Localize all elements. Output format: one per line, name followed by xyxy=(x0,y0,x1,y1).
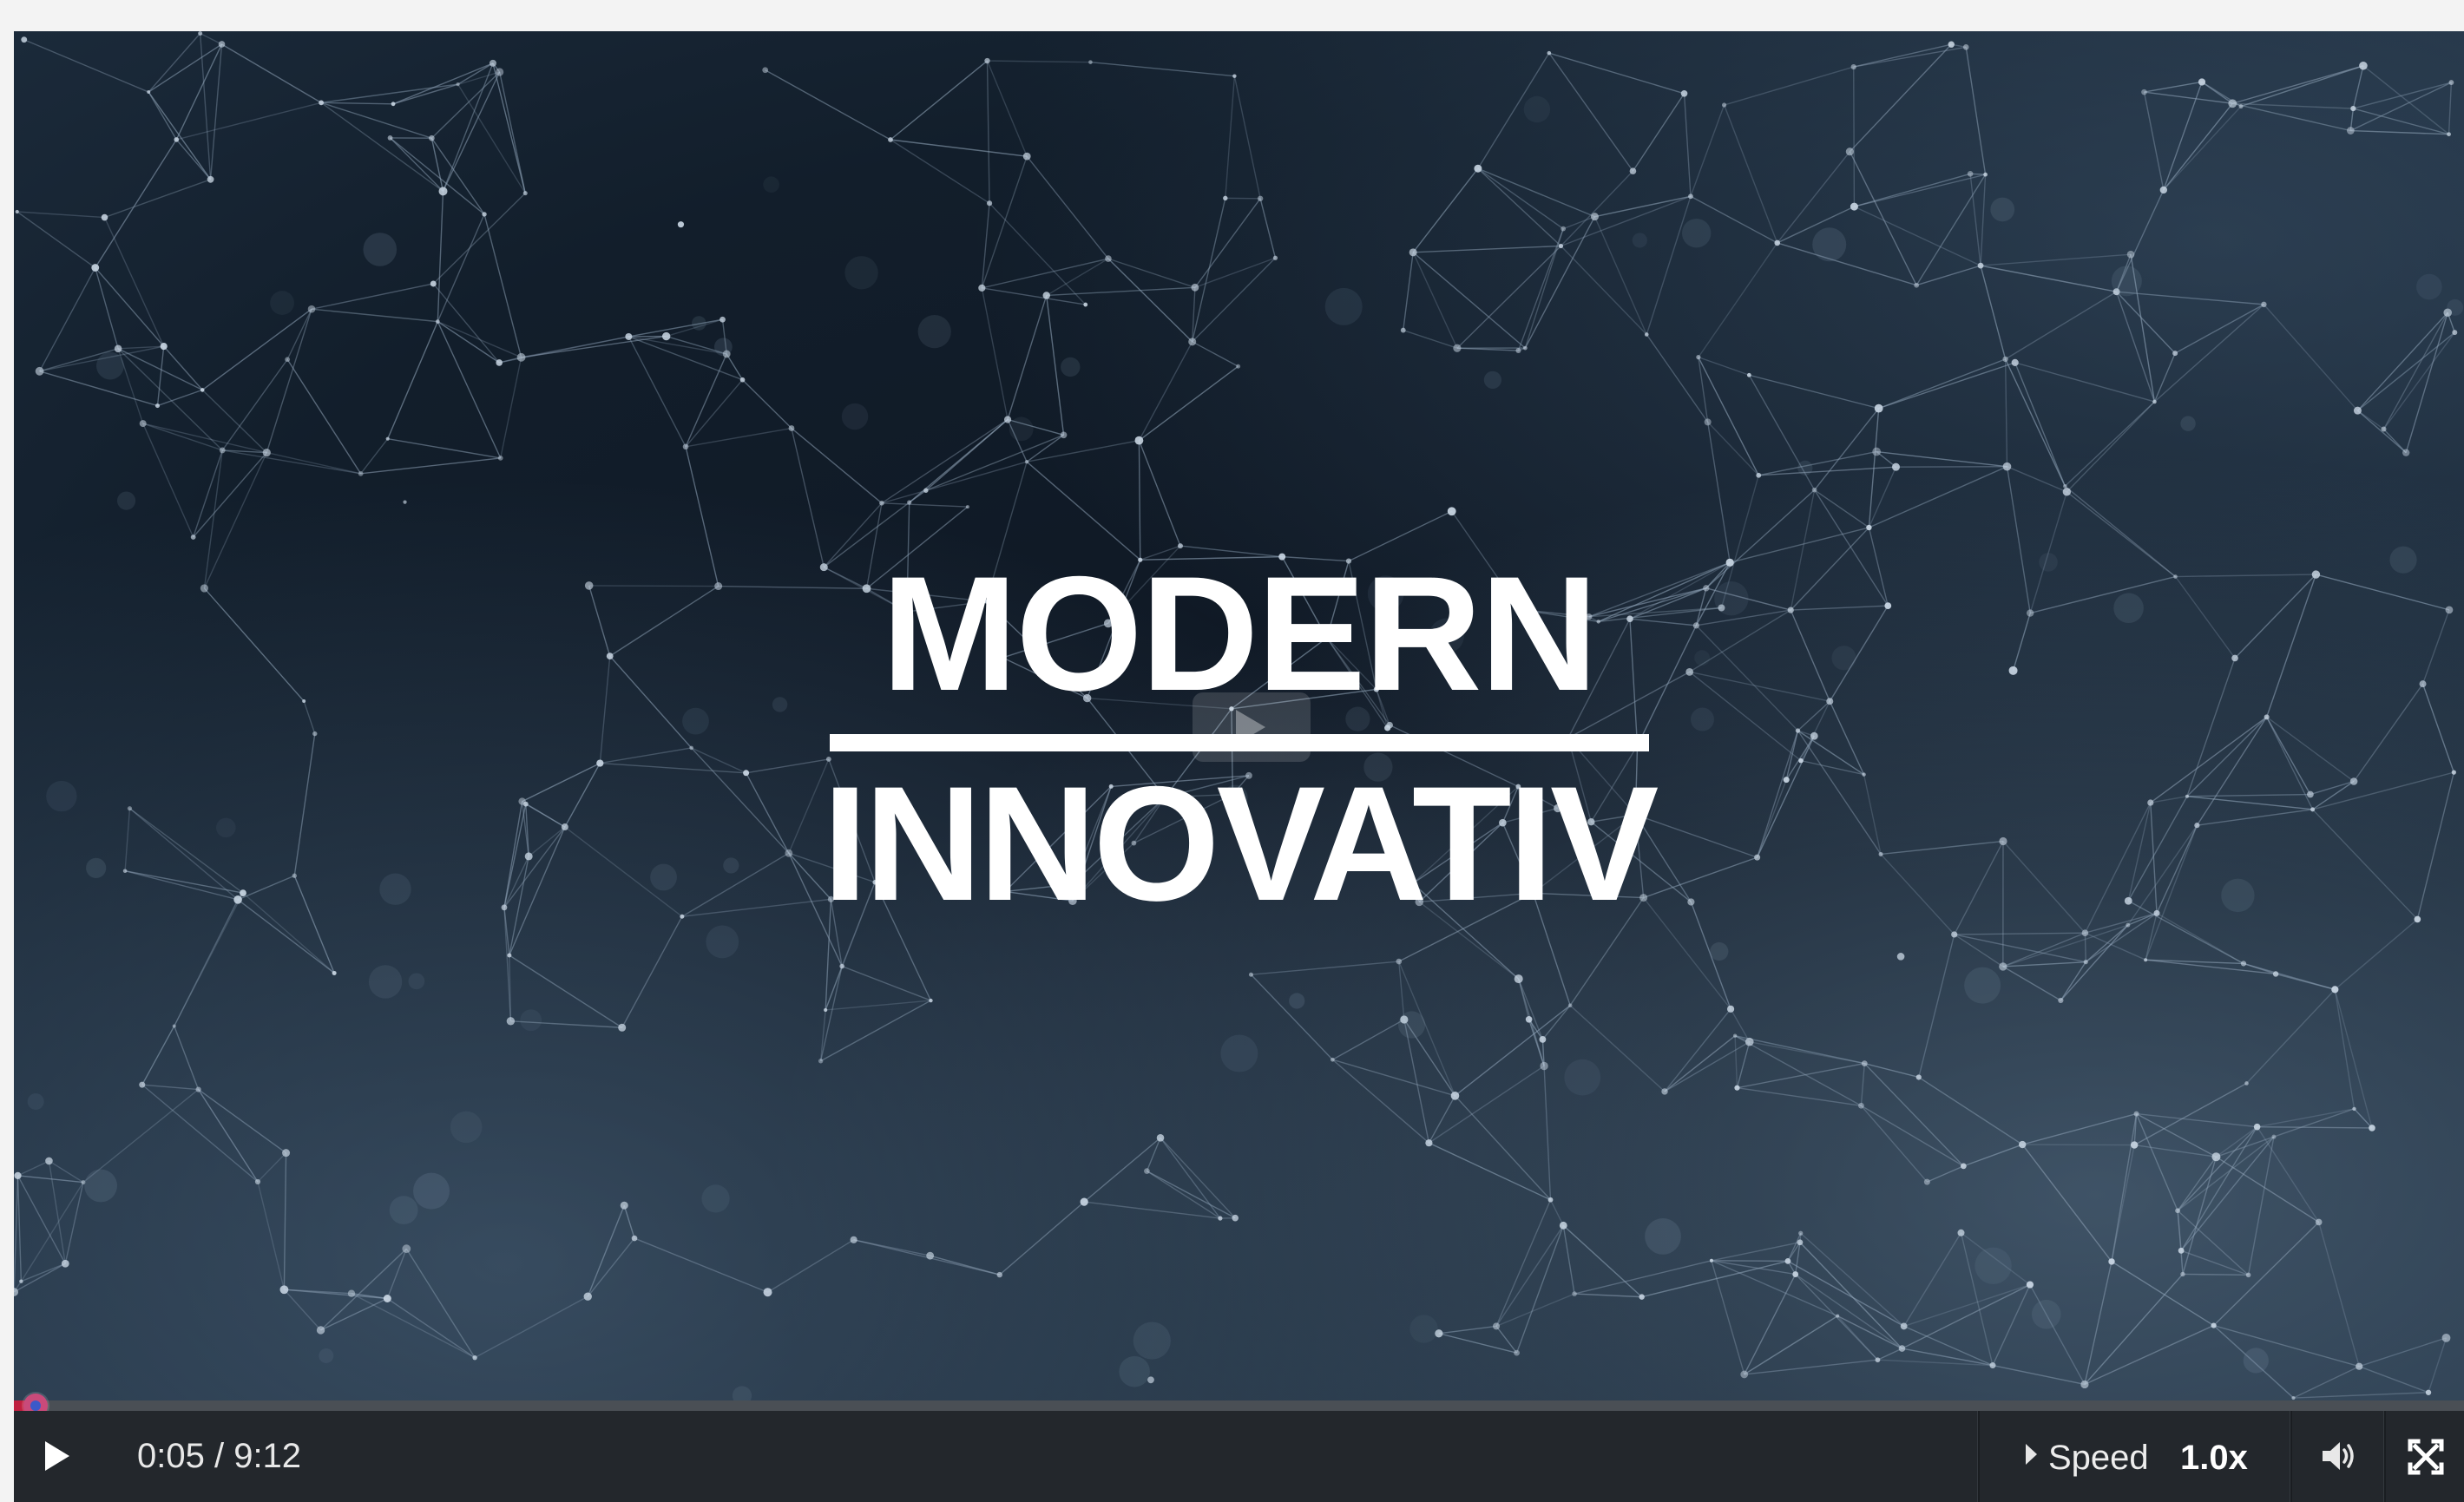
video-frame[interactable]: MODERN INNOVATIV xyxy=(14,31,2464,1400)
video-title-line2: INNOVATIV xyxy=(822,752,1659,935)
center-play-button[interactable] xyxy=(1193,692,1311,762)
progress-handle-dot xyxy=(30,1400,42,1411)
page-top-strip xyxy=(0,0,2464,31)
page: MODERN INNOVATIV 0:05 / 9:12 Speed 1.0x xyxy=(0,0,2464,1502)
fullscreen-icon xyxy=(2408,1439,2444,1475)
control-divider xyxy=(2383,1411,2386,1502)
speed-value: 1.0x xyxy=(2180,1439,2248,1477)
caret-right-icon xyxy=(2026,1444,2037,1465)
fullscreen-button[interactable] xyxy=(2387,1411,2464,1502)
speed-label: Speed xyxy=(2048,1439,2149,1477)
video-player: MODERN INNOVATIV 0:05 / 9:12 Speed 1.0x xyxy=(14,31,2464,1502)
control-divider xyxy=(1977,1411,1980,1502)
volume-button[interactable] xyxy=(2291,1411,2385,1502)
speed-button[interactable]: Speed 1.0x xyxy=(1986,1411,2290,1502)
play-icon xyxy=(45,1441,69,1471)
volume-icon xyxy=(2323,1442,2354,1470)
play-button[interactable] xyxy=(31,1428,87,1484)
play-icon xyxy=(1236,710,1265,744)
progress-bar[interactable] xyxy=(14,1394,2464,1418)
control-bar: 0:05 / 9:12 Speed 1.0x xyxy=(14,1411,2464,1502)
video-title-line1: MODERN xyxy=(881,542,1599,725)
time-display: 0:05 / 9:12 xyxy=(137,1437,302,1475)
